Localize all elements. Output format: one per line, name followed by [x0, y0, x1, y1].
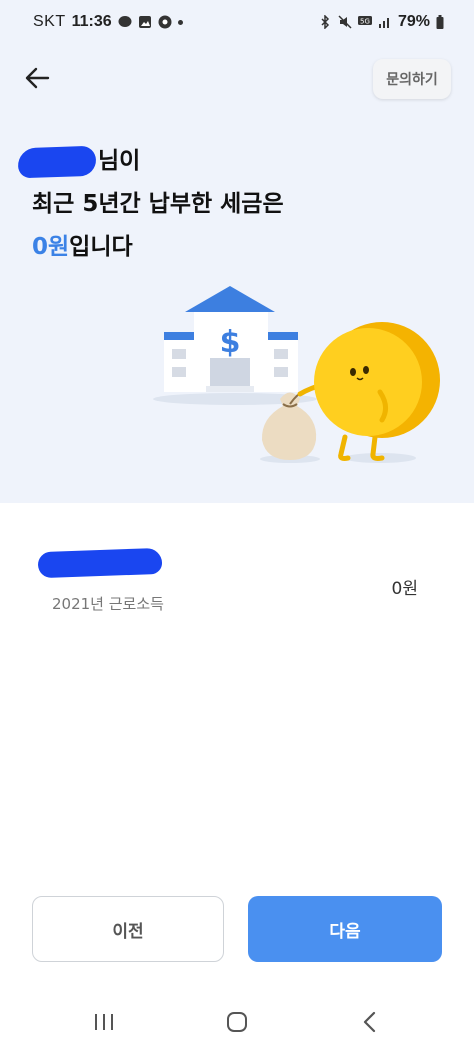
headline-line2: 최근 5년간 납부한 세금은 [32, 191, 284, 217]
status-bar: SKT 11:36 5G 79% [0, 0, 474, 46]
total-tax-amount: 0원 [32, 234, 70, 260]
svg-text:5G: 5G [360, 18, 370, 26]
bluetooth-icon [321, 15, 330, 29]
notification-dot [177, 19, 183, 25]
battery-percent: 79% [397, 13, 430, 30]
home-icon[interactable] [217, 1005, 257, 1039]
system-nav-bar [0, 995, 474, 1053]
item-tax-amount: 0원 [391, 579, 418, 599]
5g-icon: 5G [357, 16, 372, 26]
bank-icon: $ [164, 286, 298, 392]
gallery-icon [138, 16, 151, 28]
carrier-label: SKT [33, 13, 66, 30]
next-button[interactable]: 다음 [248, 896, 442, 962]
headline-suffix: 입니다 [69, 234, 133, 260]
redacted-item-title [37, 547, 163, 579]
income-type-label: 2021년 근로소득 [52, 595, 164, 613]
name-suffix: 님이 [98, 148, 141, 174]
recents-icon[interactable] [84, 1005, 124, 1039]
page-title: 님이 최근 5년간 납부한 세금은 0원입니다 [17, 140, 284, 269]
coin-character-icon [297, 322, 440, 463]
mute-icon [338, 15, 352, 29]
tax-illustration: $ [153, 286, 440, 463]
talk-icon [118, 16, 132, 27]
signal-icon [378, 18, 389, 28]
clock: 11:36 [71, 13, 112, 30]
inquiry-button[interactable]: 문의하기 [373, 59, 451, 99]
prev-button[interactable]: 이전 [32, 896, 224, 962]
svg-text:$: $ [220, 325, 241, 360]
redacted-name [17, 145, 97, 178]
chrome-icon [158, 15, 172, 29]
arrow-left-icon[interactable] [22, 62, 54, 94]
back-icon[interactable] [350, 1005, 390, 1039]
battery-icon [436, 15, 444, 29]
